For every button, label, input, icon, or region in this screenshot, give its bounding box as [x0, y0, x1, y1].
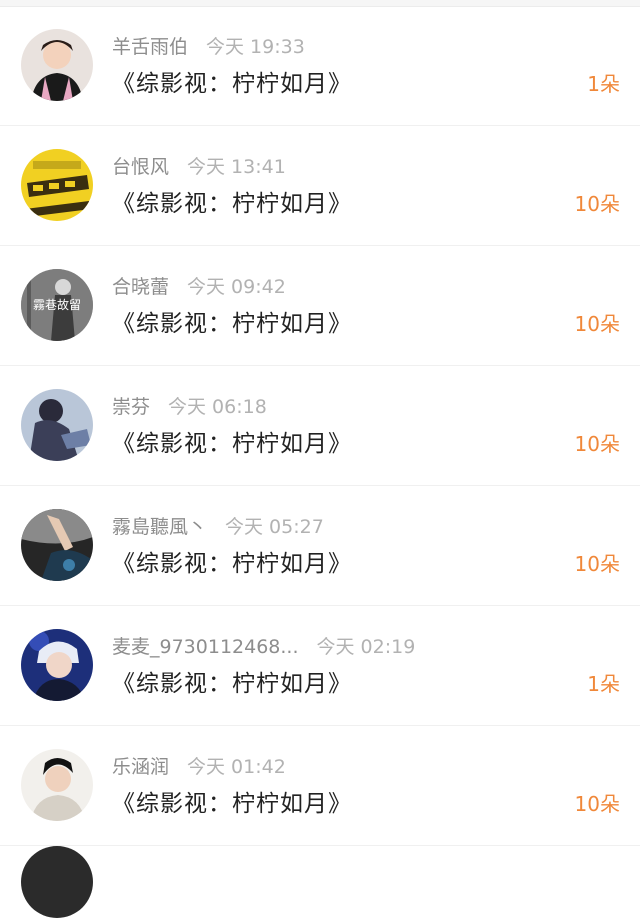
username[interactable]: 乐涵润 [112, 756, 169, 778]
username[interactable]: 麦麦_9730112468... [112, 636, 299, 658]
username[interactable]: 合晓蕾 [112, 276, 169, 298]
gift-amount: 10朵 [574, 552, 620, 576]
avatar-image [21, 29, 93, 101]
list-item[interactable]: 乐涵润 今天 01:42 《综影视：柠柠如月》 10朵 [0, 726, 640, 846]
book-title[interactable]: 《综影视：柠柠如月》 [112, 64, 352, 98]
record-meta: 合晓蕾 今天 09:42 [112, 272, 286, 299]
timestamp: 今天 06:18 [168, 396, 267, 418]
avatar-image [21, 509, 93, 581]
timestamp: 今天 13:41 [187, 156, 286, 178]
username[interactable]: 羊舌雨伯 [112, 36, 188, 58]
avatar[interactable] [21, 389, 93, 461]
book-title[interactable]: 《综影视：柠柠如月》 [112, 664, 352, 698]
list-item[interactable]: 台恨风 今天 13:41 《综影视：柠柠如月》 10朵 [0, 126, 640, 246]
avatar[interactable] [21, 846, 93, 918]
avatar[interactable] [21, 29, 93, 101]
list-item[interactable]: 羊舌雨伯 今天 19:33 《综影视：柠柠如月》 1朵 [0, 6, 640, 126]
record-meta: 崇芬 今天 06:18 [112, 392, 267, 419]
timestamp: 今天 01:42 [187, 756, 286, 778]
username[interactable]: 台恨风 [112, 156, 169, 178]
avatar-image [21, 389, 93, 461]
book-title[interactable]: 《综影视：柠柠如月》 [112, 544, 352, 578]
gift-amount: 1朵 [587, 72, 620, 96]
gift-amount: 10朵 [574, 792, 620, 816]
timestamp: 今天 05:27 [225, 516, 324, 538]
avatar-image [21, 749, 93, 821]
book-title[interactable]: 《综影视：柠柠如月》 [112, 184, 352, 218]
record-meta: 霧島聽風丶 今天 05:27 [112, 512, 324, 539]
avatar-image: 霧巷故留 [21, 269, 93, 341]
gift-amount: 1朵 [587, 672, 620, 696]
avatar[interactable] [21, 509, 93, 581]
record-meta: 台恨风 今天 13:41 [112, 152, 286, 179]
avatar[interactable] [21, 629, 93, 701]
avatar-image [21, 149, 93, 221]
gift-record-list: 羊舌雨伯 今天 19:33 《综影视：柠柠如月》 1朵 台恨风 今天 13:41 《… [0, 6, 640, 846]
timestamp: 今天 09:42 [187, 276, 286, 298]
avatar[interactable] [21, 749, 93, 821]
list-item[interactable]: 崇芬 今天 06:18 《综影视：柠柠如月》 10朵 [0, 366, 640, 486]
list-item[interactable]: 麦麦_9730112468... 今天 02:19 《综影视：柠柠如月》 1朵 [0, 606, 640, 726]
book-title[interactable]: 《综影视：柠柠如月》 [112, 784, 352, 818]
list-item[interactable]: 霧巷故留 合晓蕾 今天 09:42 《综影视：柠柠如月》 10朵 [0, 246, 640, 366]
username[interactable]: 崇芬 [112, 396, 150, 418]
timestamp: 今天 02:19 [316, 636, 416, 658]
record-meta: 麦麦_9730112468... 今天 02:19 [112, 632, 415, 659]
username[interactable]: 霧島聽風丶 [112, 516, 207, 538]
record-meta: 乐涵润 今天 01:42 [112, 752, 286, 779]
book-title[interactable]: 《综影视：柠柠如月》 [112, 304, 352, 338]
avatar[interactable] [21, 149, 93, 221]
avatar[interactable]: 霧巷故留 [21, 269, 93, 341]
avatar-caption: 霧巷故留 [33, 297, 81, 312]
list-item[interactable]: 霧島聽風丶 今天 05:27 《综影视：柠柠如月》 10朵 [0, 486, 640, 606]
book-title[interactable]: 《综影视：柠柠如月》 [112, 424, 352, 458]
record-meta: 羊舌雨伯 今天 19:33 [112, 32, 305, 59]
avatar-image [21, 629, 93, 701]
gift-amount: 10朵 [574, 192, 620, 216]
gift-amount: 10朵 [574, 312, 620, 336]
gift-amount: 10朵 [574, 432, 620, 456]
timestamp: 今天 19:33 [206, 36, 305, 58]
